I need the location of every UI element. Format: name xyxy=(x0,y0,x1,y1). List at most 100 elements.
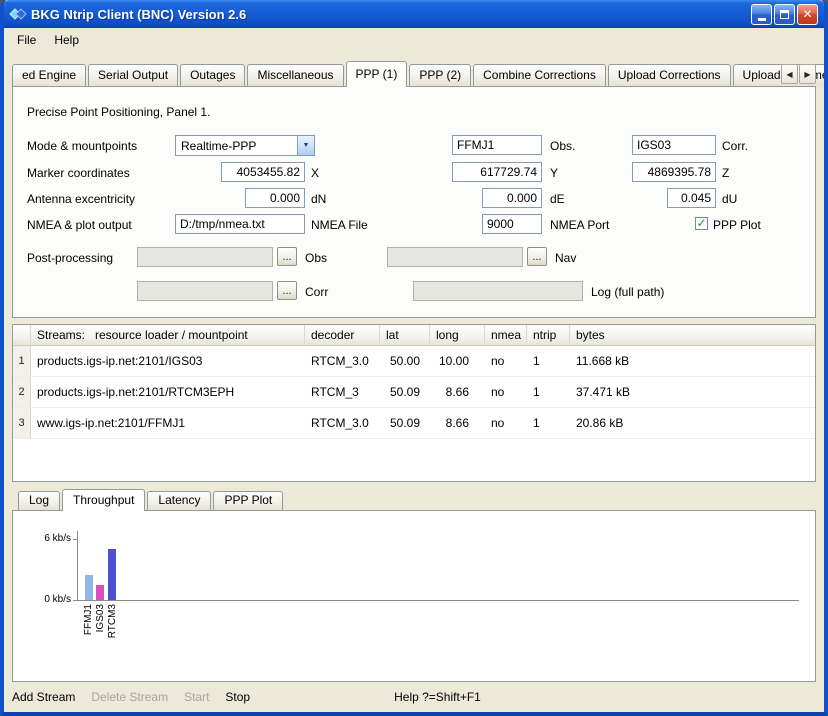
tab-log[interactable]: Log xyxy=(18,491,60,510)
maximize-icon xyxy=(780,10,789,19)
tab-miscellaneous[interactable]: Miscellaneous xyxy=(247,64,343,86)
table-row[interactable]: 1 products.igs-ip.net:2101/IGS03 RTCM_3.… xyxy=(13,346,815,377)
window-title: BKG Ntrip Client (BNC) Version 2.6 xyxy=(31,7,751,22)
cell-lat: 50.00 xyxy=(380,346,430,376)
mode-mountpoints-label: Mode & mountpoints xyxy=(27,139,137,153)
cell-nmea: no xyxy=(485,377,527,407)
cell-long: 8.66 xyxy=(430,377,485,407)
menu-help[interactable]: Help xyxy=(45,30,88,50)
cell-ntrip: 1 xyxy=(527,346,570,376)
stop-button[interactable]: Stop xyxy=(225,690,250,704)
ppp-panel: Precise Point Positioning, Panel 1. Mode… xyxy=(12,86,816,318)
app-icon xyxy=(10,6,26,22)
streams-table-header: Streams: resource loader / mountpoint de… xyxy=(13,325,815,346)
nmea-file-label: NMEA File xyxy=(311,218,368,232)
obs-mountpoint-field[interactable]: FFMJ1 xyxy=(452,135,542,155)
minimize-icon xyxy=(758,18,766,21)
cell-long: 8.66 xyxy=(430,408,485,438)
nmea-port-field[interactable]: 9000 xyxy=(482,214,542,234)
corr-mountpoint-field[interactable]: IGS03 xyxy=(632,135,716,155)
tab-ppp-2[interactable]: PPP (2) xyxy=(409,64,471,86)
x-label-ffmj1: FFMJ1 xyxy=(83,604,94,635)
tab-combine-corrections[interactable]: Combine Corrections xyxy=(473,64,606,86)
post-log-field xyxy=(413,281,583,301)
help-shortcut-label: Help ?=Shift+F1 xyxy=(394,690,481,704)
chart-y-axis xyxy=(77,531,78,601)
obs-label: Obs. xyxy=(550,139,575,153)
post-nav-browse-button[interactable]: ... xyxy=(527,247,547,266)
tab-outages[interactable]: Outages xyxy=(180,64,245,86)
cell-long: 10.00 xyxy=(430,346,485,376)
header-bytes: bytes xyxy=(570,325,815,345)
menu-file[interactable]: File xyxy=(8,30,45,50)
row-number: 3 xyxy=(13,408,31,438)
cell-lat: 50.09 xyxy=(380,377,430,407)
post-obs-browse-button[interactable]: ... xyxy=(277,247,297,266)
table-row[interactable]: 2 products.igs-ip.net:2101/RTCM3EPH RTCM… xyxy=(13,377,815,408)
corr-label: Corr. xyxy=(722,139,748,153)
mode-select[interactable]: Realtime-PPP ▼ xyxy=(175,135,315,156)
antenna-excentricity-label: Antenna excentricity xyxy=(27,192,135,206)
streams-table: Streams: resource loader / mountpoint de… xyxy=(12,324,816,482)
tab-scroll-right-button[interactable]: ▶ xyxy=(799,64,816,84)
antenna-du-field[interactable]: 0.045 xyxy=(667,188,716,208)
cell-ntrip: 1 xyxy=(527,377,570,407)
add-stream-button[interactable]: Add Stream xyxy=(12,690,75,704)
chevron-down-icon: ▼ xyxy=(303,142,310,149)
antenna-de-field[interactable]: 0.000 xyxy=(482,188,542,208)
marker-x-field[interactable]: 4053455.82 xyxy=(221,162,305,182)
throughput-chart: 6 kb/s 0 kb/s FFMJ1 IGS03 RTCM3 xyxy=(12,510,816,682)
marker-coordinates-label: Marker coordinates xyxy=(27,166,130,180)
combo-dropdown-button[interactable]: ▼ xyxy=(297,136,314,155)
menubar: File Help xyxy=(4,28,824,52)
nmea-plot-output-label: NMEA & plot output xyxy=(27,218,132,232)
minimize-button[interactable] xyxy=(751,4,772,25)
marker-y-label: Y xyxy=(550,166,558,180)
row-number: 2 xyxy=(13,377,31,407)
cell-bytes: 37.471 kB xyxy=(570,377,815,407)
titlebar[interactable]: BKG Ntrip Client (BNC) Version 2.6 ✕ xyxy=(4,0,824,28)
marker-z-field[interactable]: 4869395.78 xyxy=(632,162,716,182)
tab-ppp-plot[interactable]: PPP Plot xyxy=(213,491,283,510)
cell-decoder: RTCM_3 xyxy=(305,377,380,407)
panel-title: Precise Point Positioning, Panel 1. xyxy=(27,105,210,119)
chevron-right-icon: ▶ xyxy=(804,70,810,79)
antenna-dn-field[interactable]: 0.000 xyxy=(245,188,305,208)
ppp-plot-checkbox[interactable]: ✓ xyxy=(695,217,708,230)
table-row[interactable]: 3 www.igs-ip.net:2101/FFMJ1 RTCM_3.0 50.… xyxy=(13,408,815,439)
tab-scroll-left-button[interactable]: ◀ xyxy=(781,64,798,84)
tab-throughput[interactable]: Throughput xyxy=(62,489,145,511)
check-icon: ✓ xyxy=(696,217,706,229)
post-corr-browse-button[interactable]: ... xyxy=(277,281,297,300)
y-tick-top: 6 kb/s xyxy=(27,533,71,544)
nmea-file-field[interactable]: D:/tmp/nmea.txt xyxy=(175,214,305,234)
marker-z-label: Z xyxy=(722,166,729,180)
maximize-button[interactable] xyxy=(774,4,795,25)
x-label-rtcm3: RTCM3 xyxy=(107,604,118,638)
cell-mountpoint: products.igs-ip.net:2101/IGS03 xyxy=(31,346,305,376)
post-corr-label: Corr xyxy=(305,285,328,299)
mode-selected-value: Realtime-PPP xyxy=(176,139,297,153)
header-corner-cell xyxy=(13,325,31,345)
tab-upload-corrections[interactable]: Upload Corrections xyxy=(608,64,731,86)
antenna-du-label: dU xyxy=(722,192,737,206)
cell-nmea: no xyxy=(485,346,527,376)
start-button: Start xyxy=(184,690,209,704)
marker-y-field[interactable]: 617729.74 xyxy=(452,162,542,182)
tab-ppp-1[interactable]: PPP (1) xyxy=(346,61,408,87)
post-obs-label: Obs xyxy=(305,251,327,265)
cell-lat: 50.09 xyxy=(380,408,430,438)
close-button[interactable]: ✕ xyxy=(797,4,818,25)
tab-feed-engine[interactable]: ed Engine xyxy=(12,64,86,86)
header-ntrip: ntrip xyxy=(527,325,570,345)
antenna-dn-label: dN xyxy=(311,192,326,206)
cell-decoder: RTCM_3.0 xyxy=(305,346,380,376)
y-tick-bottom: 0 kb/s xyxy=(27,594,71,605)
tab-serial-output[interactable]: Serial Output xyxy=(88,64,178,86)
header-nmea: nmea xyxy=(485,325,527,345)
tab-latency[interactable]: Latency xyxy=(147,491,211,510)
chart-bar-igs03 xyxy=(96,585,104,600)
chart-x-axis xyxy=(77,600,799,601)
post-corr-field xyxy=(137,281,273,301)
post-obs-field xyxy=(137,247,273,267)
